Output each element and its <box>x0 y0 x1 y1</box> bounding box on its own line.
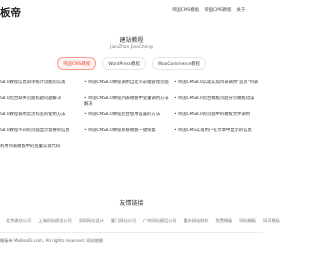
friend-link[interactable]: 网站模板 <box>239 218 256 224</box>
article-row: S8.0教程信息简单统计功能的实现 • 帝国CMS8.0教程调用自定义前端管理页… <box>0 80 263 96</box>
article-link[interactable]: • 帝国CMS8.0后台模板页面分页模板错误 <box>172 96 263 112</box>
friend-links-title: 友情链接 <box>119 200 144 207</box>
tutorial-tabs: 帝国CMS教程 WordPress教程 WooCommerce教程 <box>0 57 263 70</box>
article-list: S8.0教程信息简单统计功能的实现 • 帝国CMS8.0教程调用自定义前端管理页… <box>0 80 263 160</box>
nav-item-about[interactable]: 关于 <box>236 7 245 13</box>
article-link[interactable]: • 帝国CMS8.0教程系统模板一键恢复 <box>80 128 172 144</box>
article-link[interactable] <box>172 144 263 160</box>
friend-link[interactable]: 上海网站建设公司 <box>38 218 72 224</box>
section-subtitle: JianZhan JiaoCheng <box>110 45 153 50</box>
nav-item-cms-templates[interactable]: 帝国CMS模板 <box>172 7 199 13</box>
article-link[interactable]: S8.0教程不同的页面显示需要的信息 <box>0 128 80 144</box>
footer-divider <box>0 232 263 233</box>
top-bar: 板帝 帝国CMS模板 帝国CMS教程 关于 <box>0 0 263 30</box>
top-nav: 帝国CMS模板 帝国CMS教程 关于 <box>172 7 245 13</box>
tab-woocommerce[interactable]: WooCommerce教程 <box>151 57 206 70</box>
article-link[interactable]: • 帝国CMS8.0的页面中的模板文件调用 <box>172 112 263 128</box>
article-link[interactable]: S8.0教程调用灵活标签的使用方法 <box>0 112 80 128</box>
tab-empire-cms[interactable]: 帝国CMS教程 <box>57 57 97 70</box>
article-link[interactable]: S8.0后台缺失页面标题问题解决 <box>0 96 80 112</box>
article-link[interactable]: • 帝国CMS实现用户在文章中显示的信息 <box>172 128 263 144</box>
friend-link[interactable]: 广州网站建设公司 <box>143 218 177 224</box>
article-row: 利用列表模板中的变量实现代码 <box>0 144 263 160</box>
friend-link[interactable]: 北京建站公司 <box>6 218 31 224</box>
article-row: S8.0后台缺失页面标题问题解决 • 帝国CMS8.0教程列表模板中变量调用方法… <box>0 96 263 112</box>
article-link[interactable]: • 帝国CMS8.0教程后台使用设置的方法 <box>80 112 172 128</box>
article-link[interactable]: • 帝国CMS8.0教程列表模板中变量调用方法解决 <box>80 96 172 112</box>
article-row: S8.0教程不同的页面显示需要的信息 • 帝国CMS8.0教程系统模板一键恢复 … <box>0 128 263 144</box>
copyright-text: 模板帝 MoBanDi.com. All rights reserved. 网站… <box>0 238 104 243</box>
article-link[interactable]: • 帝国CMS8.0教程调用自定义前端管理页面 <box>80 80 172 96</box>
article-row: S8.0教程调用灵活标签的使用方法 • 帝国CMS8.0教程后台使用设置的方法 … <box>0 112 263 128</box>
article-link[interactable]: S8.0教程信息简单统计功能的实现 <box>0 80 80 96</box>
article-link[interactable] <box>80 144 172 160</box>
friend-link[interactable]: 网页模板 <box>263 218 280 224</box>
tab-wordpress[interactable]: WordPress教程 <box>102 57 146 70</box>
friend-link[interactable]: 厦门网站公司 <box>111 218 136 224</box>
site-logo[interactable]: 板帝 <box>0 5 21 20</box>
article-link[interactable]: 利用列表模板中的变量实现代码 <box>0 144 80 160</box>
friend-link[interactable]: 免费模板 <box>216 218 233 224</box>
friend-link[interactable]: 重庆网站制作 <box>183 218 208 224</box>
section-title: 建站教程 <box>119 37 144 44</box>
friend-links: 北京建站公司 上海网站建设公司 深圳网站设计 厦门网站公司 广州网站建设公司 重… <box>6 218 280 224</box>
nav-item-cms-tutorials[interactable]: 帝国CMS教程 <box>204 7 231 13</box>
article-link[interactable]: • 帝国CMS8.0实现实现目录调用"首页"列表 <box>172 80 263 96</box>
friend-link[interactable]: 深圳网站设计 <box>79 218 104 224</box>
